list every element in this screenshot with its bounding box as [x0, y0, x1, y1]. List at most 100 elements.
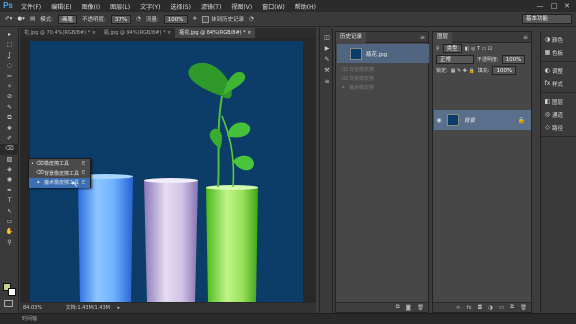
tool-button[interactable]: ◉: [0, 175, 19, 185]
group-folder-icon[interactable]: ▭: [499, 305, 504, 311]
properties-panel-icon[interactable]: ≡: [320, 76, 334, 87]
panel-button-channels[interactable]: ◎ 通道: [541, 108, 576, 121]
filter-icons[interactable]: ◧ ◎ T ▭ ⊡: [465, 46, 492, 52]
panel-button-label: 调整: [552, 68, 564, 75]
opacity-input[interactable]: 37%: [110, 14, 132, 24]
trash-icon[interactable]: 🗑: [417, 305, 424, 311]
erase-history-checkbox[interactable]: [202, 15, 210, 23]
flyout-item-shortcut: E: [82, 179, 86, 186]
panel-button-styles[interactable]: fx 样式: [541, 77, 576, 90]
pressure-size-icon[interactable]: ◔: [249, 16, 254, 22]
adjustment-layer-icon[interactable]: ◑: [488, 305, 493, 311]
panel-button-swatches[interactable]: ▦ 色板: [541, 46, 576, 59]
actions-panel-icon[interactable]: ▶: [320, 43, 334, 54]
airbrush-icon[interactable]: ✈: [193, 16, 198, 22]
doc-tab-flower[interactable]: 花.jpg @ 70.4%(RGB/8#) * ×: [20, 28, 100, 38]
camera-icon[interactable]: ◙: [406, 305, 411, 311]
link-layers-icon[interactable]: ∞: [456, 305, 461, 311]
panel-button-color[interactable]: ◑ 颜色: [541, 33, 576, 46]
workspace-select[interactable]: 基本功能: [522, 14, 572, 24]
maximize-button[interactable]: □: [548, 1, 560, 11]
tool-button[interactable]: ✂: [0, 72, 19, 82]
brush-panel-icon[interactable]: ▤: [30, 16, 35, 22]
close-button[interactable]: ✕: [561, 1, 573, 11]
menu-item[interactable]: 滤镜(T): [196, 2, 226, 11]
doc-tab-label: 瓶花.jpg @ 84%(RGB/8#) *: [179, 30, 246, 36]
background-color-swatch[interactable]: [8, 288, 16, 296]
mouse-cursor-icon: ↖: [71, 180, 79, 190]
menu-item[interactable]: 图层(L): [105, 2, 135, 11]
tool-button[interactable]: ◌: [0, 61, 19, 71]
timeline-tab[interactable]: 时间轴: [22, 316, 37, 322]
brush-size-icon[interactable]: ●▾: [17, 16, 25, 22]
panel-menu-icon[interactable]: ≡: [420, 34, 425, 41]
tool-button[interactable]: ↖: [0, 207, 19, 217]
tool-button[interactable]: ✐: [0, 134, 19, 144]
doc-tab-bottle[interactable]: 瓶.jpg @ 94%(RGB/8#) * ×: [100, 28, 175, 38]
menu-item[interactable]: 文字(Y): [135, 2, 165, 11]
new-document-icon[interactable]: ⧉: [396, 304, 400, 311]
menu-item[interactable]: 图像(I): [77, 2, 105, 11]
history-state[interactable]: ⌫ 背景橡皮擦: [337, 65, 429, 74]
tool-button[interactable]: ✒: [0, 186, 19, 196]
photoshop-logo: Ps: [3, 1, 13, 10]
tool-button[interactable]: ❖: [0, 124, 19, 134]
tool-presets-icon[interactable]: ⚒: [320, 65, 334, 76]
visibility-eye-icon[interactable]: ◉: [434, 117, 444, 124]
zoom-level[interactable]: 84.03%: [23, 305, 42, 311]
tool-button[interactable]: ◈: [0, 165, 19, 175]
panel-button-paths[interactable]: ◇ 路径: [541, 121, 576, 134]
new-layer-icon[interactable]: ⧉: [510, 304, 514, 311]
panel-menu-icon[interactable]: ≡: [523, 34, 528, 41]
tool-button[interactable]: ✧: [0, 82, 19, 92]
lock-icons[interactable]: ▦ ✎ ✥ 🔒: [451, 68, 475, 74]
brush-presets-icon[interactable]: ✎: [320, 54, 334, 65]
history-state[interactable]: ⌫ 背景橡皮擦: [337, 74, 429, 83]
status-menu-arrow-icon[interactable]: ▸: [118, 305, 121, 311]
tool-button[interactable]: ▸: [0, 30, 19, 40]
tool-button[interactable]: T: [0, 196, 19, 206]
tool-button[interactable]: ⚲: [0, 238, 19, 248]
tool-button[interactable]: ✋: [0, 227, 19, 237]
menu-item[interactable]: 选择(S): [165, 2, 196, 11]
layer-mask-icon[interactable]: ◘: [478, 305, 482, 311]
layer-style-icon[interactable]: fx: [467, 305, 472, 311]
menu-item[interactable]: 窗口(W): [257, 2, 290, 11]
pressure-opacity-icon[interactable]: ◔: [136, 16, 141, 22]
tool-button[interactable]: ⬚: [0, 40, 19, 50]
tool-button[interactable]: ▧: [0, 155, 19, 165]
trash-icon[interactable]: 🗑: [520, 305, 527, 311]
tool-button[interactable]: ʆ: [0, 51, 19, 61]
menu-item[interactable]: 编辑(E): [46, 2, 76, 11]
panel-button-layers[interactable]: ◧ 图层: [541, 95, 576, 108]
tool-button[interactable]: ⌫: [0, 144, 19, 155]
flow-input[interactable]: 100%: [163, 14, 188, 24]
menu-item[interactable]: 帮助(H): [290, 2, 321, 11]
eraser-preset-icon[interactable]: ✐▾: [5, 16, 12, 22]
blend-mode-select[interactable]: 正常: [436, 55, 474, 64]
flyout-item-shortcut: E: [82, 170, 86, 177]
tool-button[interactable]: ✎: [0, 103, 19, 113]
flyout-item-eraser[interactable]: • ⌫ 橡皮擦工具 E: [29, 159, 90, 169]
layer-opacity-input[interactable]: 100%: [501, 55, 526, 64]
tool-button[interactable]: ⧉: [0, 113, 19, 123]
flyout-item-background-eraser[interactable]: ⌫ 背景橡皮擦工具 E: [29, 169, 90, 179]
menu-item[interactable]: 视图(V): [226, 2, 257, 11]
history-state[interactable]: ✦ 魔术橡皮擦: [337, 83, 429, 92]
quick-mask-icon[interactable]: [4, 300, 13, 307]
history-panel-icon[interactable]: ◫: [320, 32, 334, 43]
doc-tab-bottle-flower[interactable]: 瓶花.jpg @ 84%(RGB/8#) * ×: [175, 28, 256, 38]
minimize-button[interactable]: —: [534, 1, 546, 11]
flyout-item-magic-eraser[interactable]: ✦ 魔术橡皮擦工具 E: [29, 178, 90, 188]
tool-button[interactable]: ⊘: [0, 92, 19, 102]
history-snapshot[interactable]: 瓶花.jpg: [337, 44, 429, 63]
layer-kind-select[interactable]: 类型: [442, 44, 462, 53]
panel-button-adjustments[interactable]: ◐ 调整: [541, 64, 576, 77]
fill-input[interactable]: 100%: [492, 66, 517, 75]
mode-select[interactable]: 画笔: [58, 14, 78, 24]
layer-row-background[interactable]: ◉ 背景 🔒: [434, 110, 531, 130]
menu-item[interactable]: 文件(F): [16, 2, 46, 11]
layers-panel-tab[interactable]: 图层: [433, 31, 453, 43]
history-panel-tab[interactable]: 历史记录: [336, 31, 367, 43]
tool-button[interactable]: ▭: [0, 217, 19, 227]
